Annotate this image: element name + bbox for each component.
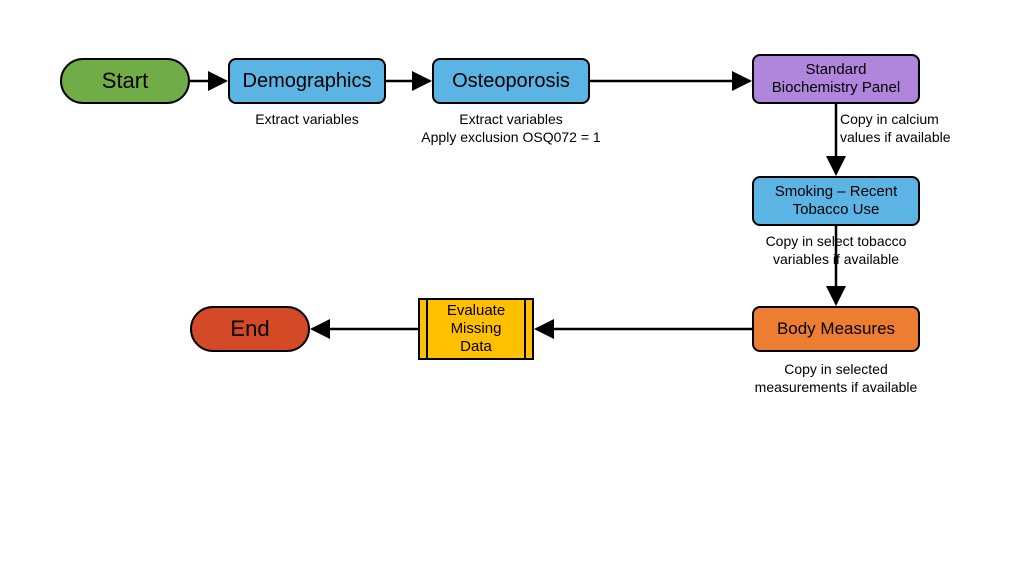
biochem-caption: Copy in calcium values if available [840,110,980,146]
osteoporosis-label: Osteoporosis [452,70,570,93]
biochem-node: Standard Biochemistry Panel [752,54,920,104]
osteoporosis-node: Osteoporosis [432,58,590,104]
body-node: Body Measures [752,306,920,352]
demographics-label: Demographics [243,70,372,93]
end-node: End [190,306,310,352]
demographics-node: Demographics [228,58,386,104]
smoking-caption: Copy in select tobacco variables if avai… [740,232,932,268]
end-label: End [230,316,269,342]
osteoporosis-caption: Extract variables Apply exclusion OSQ072… [412,110,610,146]
body-label: Body Measures [777,319,895,339]
demographics-caption: Extract variables [228,110,386,128]
evaluate-label: Evaluate Missing Data [447,302,505,356]
smoking-node: Smoking – Recent Tobacco Use [752,176,920,226]
body-caption: Copy in selected measurements if availab… [740,360,932,396]
biochem-label: Standard Biochemistry Panel [772,61,900,97]
start-node: Start [60,58,190,104]
start-label: Start [102,68,148,94]
smoking-label: Smoking – Recent Tobacco Use [775,183,898,219]
evaluate-node: Evaluate Missing Data [418,298,534,360]
